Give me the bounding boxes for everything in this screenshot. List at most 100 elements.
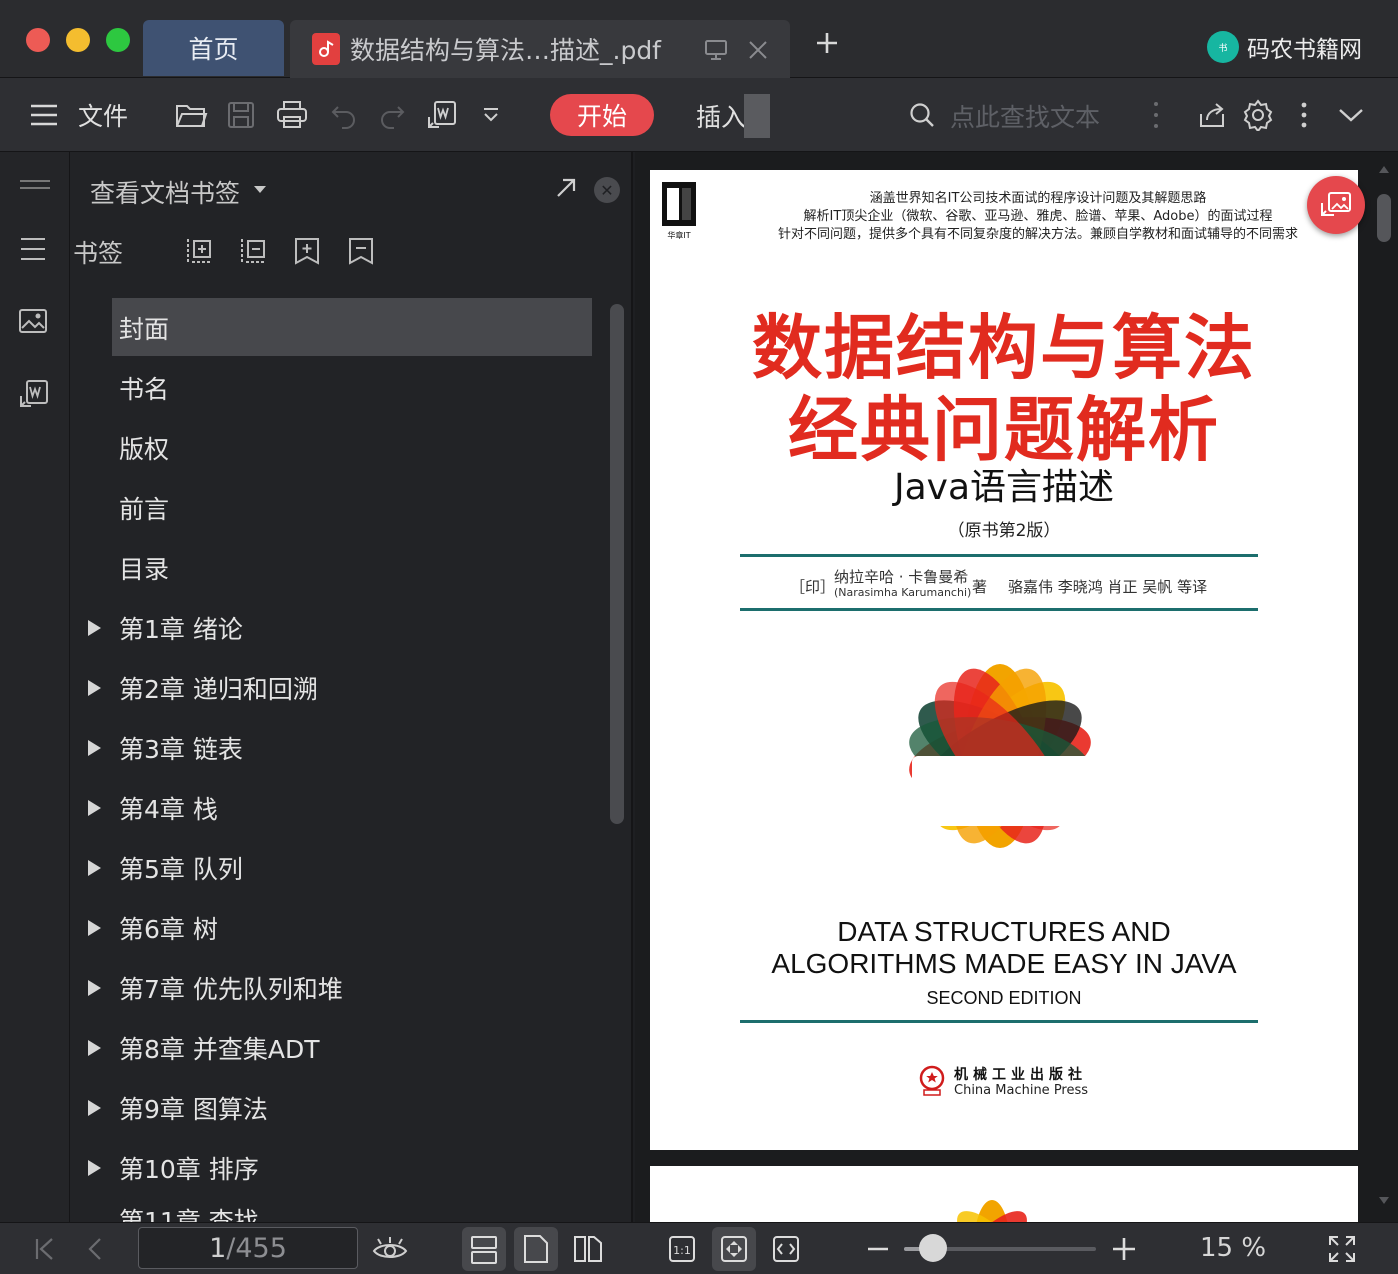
- zoom-slider-handle[interactable]: [919, 1234, 947, 1262]
- expand-arrow-icon[interactable]: [88, 680, 101, 696]
- expand-arrow-icon[interactable]: [88, 860, 101, 876]
- bookmark-list: 封面书名 版权前言目录第1章 绪论 第2章 递归和回溯 第3章 链表 第4章 栈第5章 …: [70, 298, 600, 1238]
- zoom-in-icon[interactable]: [1110, 1231, 1138, 1267]
- expand-arrow-icon[interactable]: [88, 1040, 101, 1056]
- search-input[interactable]: 点此查找文本: [950, 98, 1100, 134]
- bookmark-item[interactable]: 第8章 并查集ADT: [70, 1018, 600, 1078]
- add-bookmark-icon[interactable]: [292, 236, 322, 270]
- expand-arrow-icon[interactable]: [88, 740, 101, 756]
- bookmark-item[interactable]: 第3章 链表: [70, 718, 600, 778]
- open-folder-icon[interactable]: [172, 96, 210, 134]
- export-word-icon[interactable]: [424, 96, 460, 134]
- scroll-down-icon[interactable]: [1378, 1196, 1390, 1206]
- bookmark-item[interactable]: 第1章 绪论: [70, 598, 600, 658]
- publisher-seal-icon: [918, 1064, 946, 1100]
- fullscreen-icon[interactable]: [1324, 1231, 1360, 1267]
- document-scrollbar[interactable]: [1373, 164, 1395, 1210]
- actual-size-icon[interactable]: 1:1: [660, 1227, 704, 1271]
- tab-document-title: 数据结构与算法…描述_.pdf: [350, 36, 661, 65]
- thumbnail-image-icon[interactable]: [18, 308, 48, 340]
- floating-image-tool-button[interactable]: [1307, 176, 1365, 234]
- more-dropdown-icon[interactable]: [478, 96, 504, 134]
- menu-icon[interactable]: [28, 96, 60, 134]
- brand-name: 码农书籍网: [1247, 37, 1362, 63]
- collapse-all-icon[interactable]: [238, 236, 268, 270]
- share-icon[interactable]: [1194, 96, 1230, 134]
- pdf-page-next: [650, 1166, 1358, 1222]
- undo-icon[interactable]: [326, 96, 362, 134]
- insert-tab[interactable]: 插入: [696, 98, 746, 134]
- bookmark-panel: 查看文档书签 ✕ 书签 封面 书名 版权 前言 目录 第1章 绪论 第2章 递归和回溯 第3章…: [70, 152, 633, 1238]
- pop-out-arrow-icon[interactable]: [554, 176, 578, 204]
- previous-page-icon[interactable]: [80, 1231, 110, 1267]
- left-rail: [0, 152, 70, 1222]
- cover-en-title-line2: ALGORITHMS MADE EASY IN JAVA: [771, 948, 1237, 979]
- plus-icon[interactable]: [812, 28, 842, 58]
- publisher-logo-icon: 华章IT: [662, 182, 696, 242]
- document-scroll-thumb[interactable]: [1377, 194, 1391, 242]
- eye-view-icon[interactable]: [370, 1231, 410, 1267]
- monitor-icon[interactable]: [704, 38, 728, 66]
- tab-document[interactable]: 数据结构与算法…描述_.pdf: [290, 20, 790, 78]
- zoom-level[interactable]: 15 %: [1200, 1233, 1266, 1263]
- cover-edition: （原书第2版）: [947, 521, 1061, 541]
- chevron-down-icon[interactable]: [1334, 96, 1368, 134]
- expand-arrow-icon[interactable]: [88, 1100, 101, 1116]
- bookmark-item[interactable]: 第5章 队列: [70, 838, 600, 898]
- bookmark-item-label: 目录: [119, 555, 170, 584]
- expand-arrow-icon[interactable]: [88, 1160, 101, 1176]
- zoom-out-icon[interactable]: [864, 1231, 892, 1267]
- scroll-up-icon[interactable]: [1378, 164, 1390, 174]
- bookmark-item-label: 封面: [119, 315, 170, 344]
- cover-intro-line: 针对不同问题，提供多个具有不同复杂度的解决方法。兼顾自学教材和面试辅导的不同需求: [777, 227, 1298, 242]
- continuous-scroll-view-button[interactable]: [462, 1227, 506, 1271]
- redo-icon[interactable]: [374, 96, 410, 134]
- expand-arrow-icon[interactable]: [88, 800, 101, 816]
- tab-home[interactable]: 首页: [143, 20, 284, 76]
- expand-arrow-icon[interactable]: [88, 980, 101, 996]
- fit-page-icon[interactable]: [712, 1227, 756, 1271]
- author-prefix: ［印］: [790, 578, 836, 596]
- panel-scrollbar[interactable]: [610, 304, 624, 824]
- bookmark-item[interactable]: 第10章 排序: [70, 1138, 600, 1198]
- more-options-icon[interactable]: [1294, 96, 1314, 134]
- caret-down-icon[interactable]: [254, 186, 266, 193]
- close-window-button[interactable]: [26, 28, 50, 52]
- remove-bookmark-icon[interactable]: [346, 236, 376, 270]
- expand-arrow-icon[interactable]: [88, 920, 101, 936]
- bookmark-item[interactable]: 第9章 图算法: [70, 1078, 600, 1138]
- outline-list-icon[interactable]: [18, 236, 48, 266]
- panel-title[interactable]: 查看文档书签: [90, 174, 240, 210]
- bookmark-item[interactable]: 书名: [70, 358, 600, 418]
- bookmark-item-label: 前言: [119, 495, 170, 524]
- author-cn: 纳拉辛哈 · 卡鲁曼希: [834, 568, 969, 586]
- page-number-input[interactable]: 1/455: [138, 1227, 358, 1269]
- document-viewport[interactable]: 华章IT 涵盖世界知名IT公司技术面试的程序设计问题及其解题思路 解析IT顶尖企…: [635, 152, 1398, 1222]
- expand-arrow-icon[interactable]: [88, 620, 101, 636]
- fit-width-icon[interactable]: [764, 1227, 808, 1271]
- file-menu[interactable]: 文件: [78, 96, 128, 134]
- bookmark-item[interactable]: 第7章 优先队列和堆: [70, 958, 600, 1018]
- first-page-icon[interactable]: [30, 1231, 60, 1267]
- bookmark-item[interactable]: 第4章 栈: [70, 778, 600, 838]
- close-tab-icon[interactable]: [746, 38, 770, 66]
- zoom-window-button[interactable]: [106, 28, 130, 52]
- bookmark-item[interactable]: 前言: [70, 478, 600, 538]
- bookmark-item[interactable]: 目录: [70, 538, 600, 598]
- single-page-view-button[interactable]: [514, 1227, 558, 1271]
- print-icon[interactable]: [272, 96, 312, 134]
- bookmark-item[interactable]: 第2章 递归和回溯: [70, 658, 600, 718]
- bookmark-item[interactable]: 封面: [70, 298, 600, 358]
- minimize-window-button[interactable]: [66, 28, 90, 52]
- search-icon[interactable]: [906, 96, 938, 134]
- convert-word-icon[interactable]: [18, 378, 50, 414]
- close-panel-icon[interactable]: ✕: [594, 177, 620, 203]
- two-page-view-button[interactable]: [566, 1227, 610, 1271]
- bookmark-item[interactable]: 第6章 树: [70, 898, 600, 958]
- bookmark-item[interactable]: 版权: [70, 418, 600, 478]
- settings-gear-icon[interactable]: [1240, 96, 1276, 134]
- save-icon[interactable]: [222, 96, 260, 134]
- collapse-handle-icon[interactable]: [18, 176, 52, 195]
- expand-all-icon[interactable]: [184, 236, 214, 270]
- start-tab-button[interactable]: 开始: [550, 94, 654, 136]
